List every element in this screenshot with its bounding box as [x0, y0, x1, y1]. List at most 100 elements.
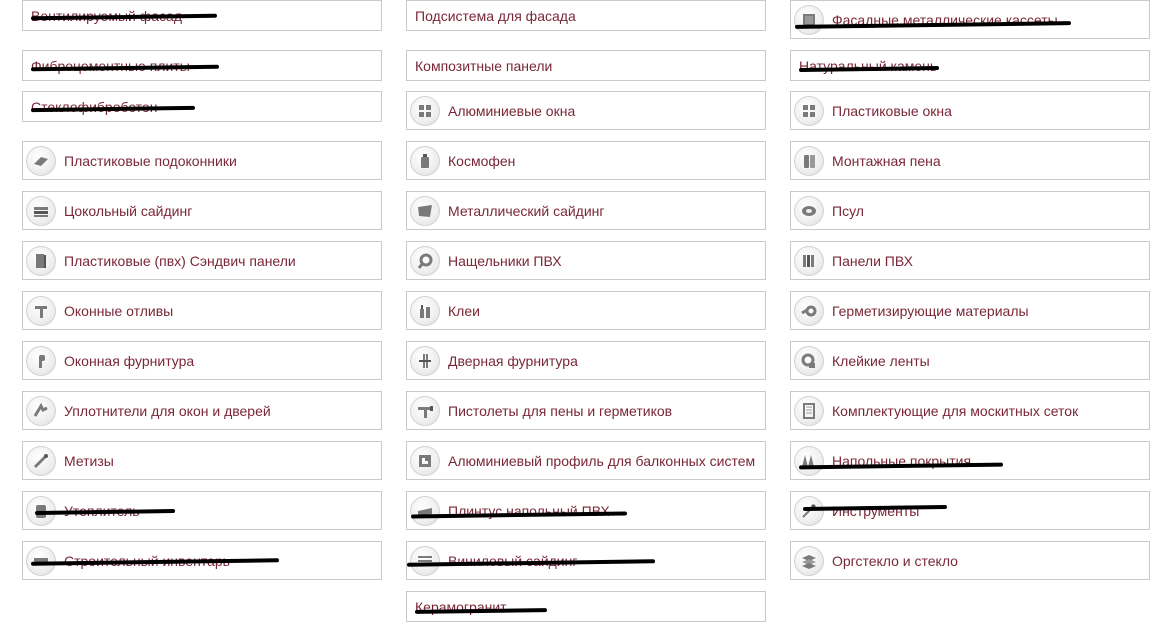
category-label: Цокольный сайдинг: [64, 202, 193, 219]
category-tile[interactable]: Пистолеты для пены и герметиков: [406, 391, 766, 430]
category-tile[interactable]: Виниловый сайдинг: [406, 541, 766, 580]
category-tile[interactable]: Герметизирующие материалы: [790, 291, 1150, 330]
construction-inventory-icon: [26, 545, 56, 576]
category-label: Плинтус напольный ПВХ: [448, 502, 610, 519]
category-tile[interactable]: Подсистема для фасада: [406, 0, 766, 31]
category-tile[interactable]: Пластиковые (пвх) Сэндвич панели: [22, 241, 382, 280]
category-tile[interactable]: Стеклофибробетон: [22, 91, 382, 122]
category-tile[interactable]: Космофен: [406, 141, 766, 180]
category-label: Стеклофибробетон: [31, 98, 158, 115]
category-label: Инструменты: [832, 502, 920, 519]
category-label: Пистолеты для пены и герметиков: [448, 402, 673, 419]
category-tile[interactable]: Монтажная пена: [790, 141, 1150, 180]
category-tile[interactable]: Утеплитель: [22, 491, 382, 530]
category-tile[interactable]: Цокольный сайдинг: [22, 191, 382, 230]
adhesive-tape-icon: [794, 345, 824, 376]
category-tile[interactable]: Уплотнители для окон и дверей: [22, 391, 382, 430]
flooring-icon: [794, 445, 824, 476]
category-label: Натуральный камень: [799, 57, 938, 74]
glue-tubes-icon: [410, 295, 440, 326]
tools-icon: [794, 495, 824, 526]
metal-sheet-icon: [410, 195, 440, 226]
category-label: Утеплитель: [64, 502, 140, 519]
glass-sheets-icon: [794, 545, 824, 576]
category-label: Клейкие ленты: [832, 352, 930, 369]
category-label: Пластиковые подоконники: [64, 152, 237, 169]
category-tile[interactable]: Фиброцементные плиты: [22, 50, 382, 81]
category-tile[interactable]: Алюминиевый профиль для балконных систем: [406, 441, 766, 480]
category-label: Пластиковые окна: [832, 102, 952, 119]
category-tile[interactable]: Дверная фурнитура: [406, 341, 766, 380]
category-label: Оргстекло и стекло: [832, 552, 958, 569]
category-tile[interactable]: Оконная фурнитура: [22, 341, 382, 380]
sealant-icon: [794, 295, 824, 326]
stone-siding-icon: [26, 195, 56, 226]
category-tile[interactable]: Клейкие ленты: [790, 341, 1150, 380]
category-tile[interactable]: Инструменты: [790, 491, 1150, 530]
category-tile[interactable]: Пластиковые подоконники: [22, 141, 382, 180]
category-tile[interactable]: Строительный инвентарь: [22, 541, 382, 580]
mosquito-net-icon: [794, 395, 824, 426]
category-tile[interactable]: Напольные покрытия: [790, 441, 1150, 480]
category-label: Композитные панели: [415, 57, 553, 74]
category-tile[interactable]: Композитные панели: [406, 50, 766, 81]
category-label: Герметизирующие материалы: [832, 302, 1029, 319]
category-tile[interactable]: Метизы: [22, 441, 382, 480]
category-tile[interactable]: Оконные отливы: [22, 291, 382, 330]
seal-profile-icon: [26, 395, 56, 426]
vinyl-siding-icon: [410, 545, 440, 576]
sandwich-panel-icon: [26, 245, 56, 276]
skirting-board-icon: [410, 495, 440, 526]
category-tile[interactable]: Фасадные металлические кассеты: [790, 0, 1150, 39]
pvc-strip-icon: [410, 245, 440, 276]
category-tile[interactable]: Керамогранит: [406, 591, 766, 622]
category-label: Керамогранит: [415, 598, 507, 615]
category-label: Фиброцементные плиты: [31, 57, 190, 74]
category-label: Напольные покрытия: [832, 452, 972, 469]
drip-sill-icon: [26, 295, 56, 326]
category-label: Пластиковые (пвх) Сэндвич панели: [64, 252, 296, 269]
category-label: Космофен: [448, 152, 516, 169]
door-hardware-icon: [410, 345, 440, 376]
category-tile[interactable]: Металлический сайдинг: [406, 191, 766, 230]
category-label: Подсистема для фасада: [415, 7, 576, 24]
category-tile[interactable]: Панели ПВХ: [790, 241, 1150, 280]
foam-gun-icon: [410, 395, 440, 426]
window-handle-icon: [26, 345, 56, 376]
category-label: Оконная фурнитура: [64, 352, 195, 369]
aluminium-profile-icon: [410, 445, 440, 476]
category-tile[interactable]: Нащельники ПВХ: [406, 241, 766, 280]
tape-roll-icon: [794, 195, 824, 226]
category-tile[interactable]: Пластиковые окна: [790, 91, 1150, 130]
category-tile[interactable]: Оргстекло и стекло: [790, 541, 1150, 580]
foam-can-icon: [794, 145, 824, 176]
category-label: Оконные отливы: [64, 302, 174, 319]
category-label: Монтажная пена: [832, 152, 941, 169]
category-label: Уплотнители для окон и дверей: [64, 402, 271, 419]
category-label: Нащельники ПВХ: [448, 252, 562, 269]
category-tile[interactable]: Псул: [790, 191, 1150, 230]
category-label: Алюминиевые окна: [448, 102, 576, 119]
pvc-panel-icon: [794, 245, 824, 276]
category-tile[interactable]: Плинтус напольный ПВХ: [406, 491, 766, 530]
category-label: Псул: [832, 202, 864, 219]
metal-cassette-icon: [794, 4, 824, 35]
category-tile[interactable]: Вентилируемый фасад: [22, 0, 382, 31]
category-label: Комплектующие для москитных сеток: [832, 402, 1079, 419]
category-label: Клеи: [448, 302, 480, 319]
window-icon: [794, 95, 824, 126]
window-icon: [410, 95, 440, 126]
category-label: Фасадные металлические кассеты: [832, 11, 1058, 28]
category-label: Панели ПВХ: [832, 252, 913, 269]
windowsill-icon: [26, 145, 56, 176]
category-label: Дверная фурнитура: [448, 352, 578, 369]
category-label: Строительный инвентарь: [64, 552, 230, 569]
category-tile[interactable]: Комплектующие для москитных сеток: [790, 391, 1150, 430]
category-label: Вентилируемый фасад: [31, 7, 182, 24]
category-label: Металлический сайдинг: [448, 202, 605, 219]
category-tile[interactable]: Клеи: [406, 291, 766, 330]
category-tile[interactable]: Натуральный камень: [790, 50, 1150, 81]
category-label: Алюминиевый профиль для балконных систем: [448, 452, 756, 469]
category-tile[interactable]: Алюминиевые окна: [406, 91, 766, 130]
screw-icon: [26, 445, 56, 476]
